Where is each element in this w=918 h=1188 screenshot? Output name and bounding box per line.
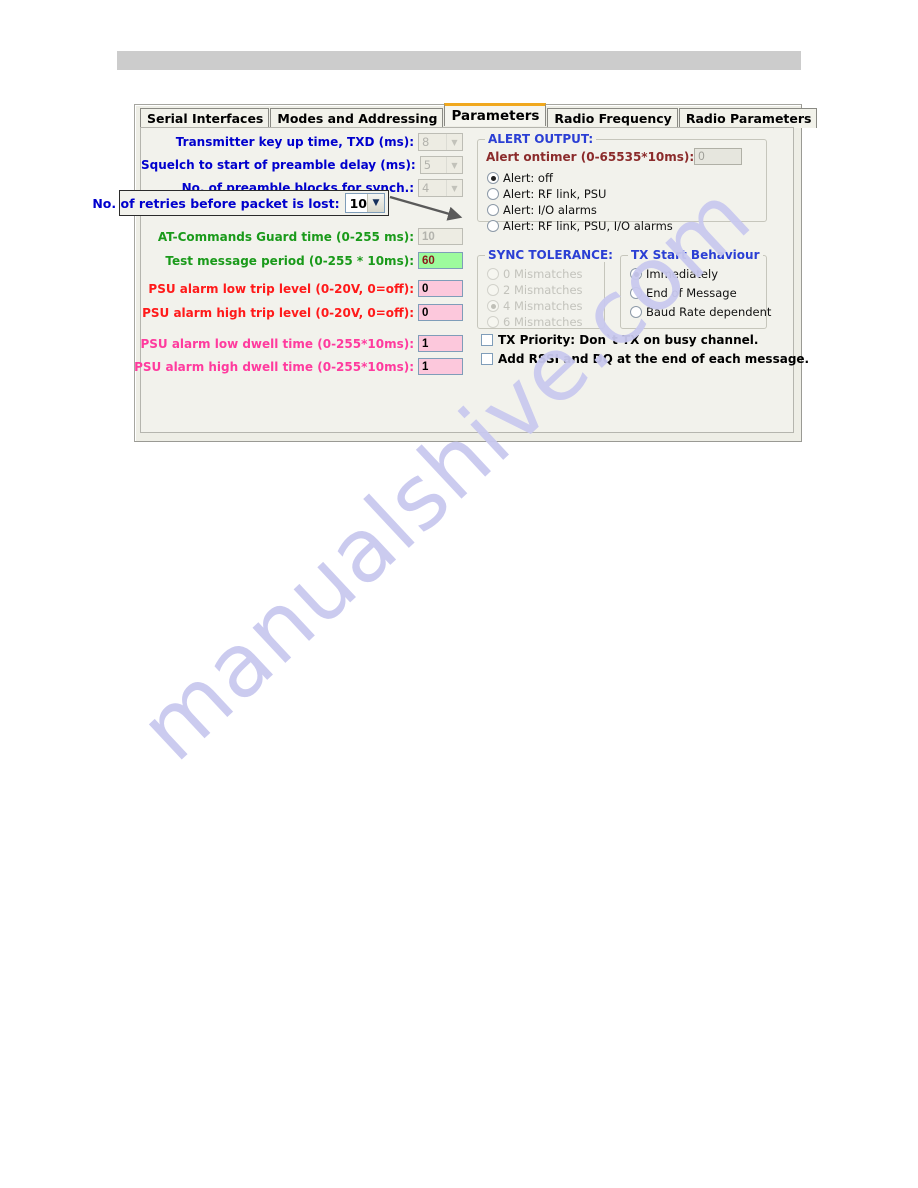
radio-sync-4-mismatches[interactable]: 4 Mismatches bbox=[487, 299, 583, 313]
test-message-period-input[interactable] bbox=[418, 252, 463, 269]
field-row-transmitter-key-up-time: Transmitter key up time, TXD (ms): 8 ▼ bbox=[141, 133, 463, 151]
radio-label: 6 Mismatches bbox=[503, 315, 583, 329]
sync-tolerance-title: SYNC TOLERANCE: bbox=[485, 248, 616, 262]
psu-alarm-low-dwell-time-input[interactable] bbox=[418, 335, 463, 352]
alert-output-group: ALERT OUTPUT: Alert ontimer (0-65535*10m… bbox=[477, 132, 767, 233]
tab-label: Serial Interfaces bbox=[147, 111, 264, 126]
radio-label: 0 Mismatches bbox=[503, 267, 583, 281]
radio-tx-immediately[interactable]: Immediately bbox=[630, 267, 771, 281]
checkbox-label: TX Priority: Don`t TX on busy channel. bbox=[498, 333, 759, 347]
tab-label: Radio Parameters bbox=[685, 111, 812, 126]
checkbox-icon bbox=[481, 334, 493, 346]
sync-tolerance-radio-group: 0 Mismatches 2 Mismatches 4 Mismatches 6… bbox=[487, 267, 583, 331]
no-of-retries-combo[interactable]: 10 ▼ bbox=[344, 193, 385, 213]
radio-tx-baud-rate-dependent[interactable]: Baud Rate dependent bbox=[630, 305, 771, 319]
field-row-psu-alarm-low-trip-level: PSU alarm low trip level (0-20V, 0=off): bbox=[141, 280, 463, 297]
page-header-band bbox=[117, 51, 801, 70]
tab-label: Parameters bbox=[451, 108, 540, 124]
alert-output-title: ALERT OUTPUT: bbox=[485, 132, 597, 146]
radio-icon bbox=[487, 284, 499, 296]
radio-sync-0-mismatches[interactable]: 0 Mismatches bbox=[487, 267, 583, 281]
tab-label: Radio Frequency bbox=[554, 111, 672, 126]
field-label: Test message period (0-255 * 10ms): bbox=[165, 253, 414, 268]
radio-icon bbox=[487, 316, 499, 328]
checkbox-add-rssi-dq[interactable]: Add RSSI and DQ at the end of each messa… bbox=[481, 352, 809, 366]
radio-alert-rf-link-psu[interactable]: Alert: RF link, PSU bbox=[487, 187, 673, 201]
radio-label: Alert: RF link, PSU bbox=[503, 187, 607, 201]
no-of-retries-label: No. of retries before packet is lost: bbox=[92, 195, 340, 211]
psu-alarm-low-trip-level-input[interactable] bbox=[418, 280, 463, 297]
tx-start-behaviour-radio-group: Immediately End of Message Baud Rate dep… bbox=[630, 267, 771, 321]
checkbox-label: Add RSSI and DQ at the end of each messa… bbox=[498, 352, 810, 366]
radio-icon bbox=[487, 300, 499, 312]
radio-alert-io-alarms[interactable]: Alert: I/O alarms bbox=[487, 203, 673, 217]
tab-parameters[interactable]: Parameters bbox=[444, 103, 547, 126]
radio-label: End of Message bbox=[646, 286, 737, 300]
tab-radio-parameters[interactable]: Radio Parameters bbox=[678, 108, 818, 128]
parameters-dialog: Serial Interfaces Modes and Addressing P… bbox=[134, 103, 818, 442]
tab-radio-frequency[interactable]: Radio Frequency bbox=[547, 108, 678, 128]
field-label: PSU alarm low dwell time (0-255*10ms): bbox=[140, 336, 414, 351]
radio-sync-6-mismatches[interactable]: 6 Mismatches bbox=[487, 315, 583, 329]
tab-serial-interfaces[interactable]: Serial Interfaces bbox=[140, 108, 270, 128]
radio-label: Baud Rate dependent bbox=[646, 305, 772, 319]
field-label: PSU alarm high trip level (0-20V, 0=off)… bbox=[142, 305, 414, 320]
radio-alert-off[interactable]: Alert: off bbox=[487, 171, 673, 185]
radio-label: Alert: I/O alarms bbox=[503, 203, 597, 217]
field-label: Transmitter key up time, TXD (ms): bbox=[175, 135, 414, 149]
field-label: PSU alarm low trip level (0-20V, 0=off): bbox=[148, 281, 414, 296]
field-row-psu-alarm-high-dwell-time: PSU alarm high dwell time (0-255*10ms): bbox=[134, 358, 463, 375]
alert-output-radio-group: Alert: off Alert: RF link, PSU Alert: I/… bbox=[487, 171, 673, 235]
checkbox-tx-priority[interactable]: TX Priority: Don`t TX on busy channel. bbox=[481, 333, 758, 347]
squelch-preamble-delay-combo[interactable]: 5 ▼ bbox=[419, 156, 463, 174]
combo-value: 10 bbox=[349, 195, 367, 211]
combo-value: 5 bbox=[423, 158, 432, 172]
no-of-retries-highlight-row: No. of retries before packet is lost: 10… bbox=[92, 190, 389, 216]
radio-label: Alert: off bbox=[503, 171, 553, 185]
radio-icon bbox=[487, 268, 499, 280]
combo-value: 8 bbox=[422, 135, 430, 149]
alert-ontimer-row: Alert ontimer (0-65535*10ms): bbox=[486, 148, 743, 165]
tab-label: Modes and Addressing bbox=[277, 111, 438, 126]
field-row-psu-alarm-low-dwell-time: PSU alarm low dwell time (0-255*10ms): bbox=[140, 335, 463, 352]
radio-alert-rf-link-psu-io-alarms[interactable]: Alert: RF link, PSU, I/O alarms bbox=[487, 219, 673, 233]
alert-ontimer-input[interactable] bbox=[694, 148, 743, 165]
transmitter-key-up-time-combo[interactable]: 8 ▼ bbox=[418, 133, 463, 151]
chevron-down-icon: ▼ bbox=[446, 134, 462, 150]
field-row-psu-alarm-high-trip-level: PSU alarm high trip level (0-20V, 0=off)… bbox=[141, 304, 463, 321]
radio-sync-2-mismatches[interactable]: 2 Mismatches bbox=[487, 283, 583, 297]
callout-arrow-icon bbox=[389, 195, 463, 221]
chevron-down-icon: ▼ bbox=[446, 157, 462, 173]
radio-label: Alert: RF link, PSU, I/O alarms bbox=[503, 219, 673, 233]
alert-ontimer-label: Alert ontimer (0-65535*10ms): bbox=[486, 149, 695, 164]
radio-icon bbox=[630, 306, 642, 318]
chevron-down-icon: ▼ bbox=[367, 194, 384, 212]
field-row-test-message-period: Test message period (0-255 * 10ms): bbox=[141, 252, 463, 269]
tab-modes-and-addressing[interactable]: Modes and Addressing bbox=[270, 108, 444, 128]
at-commands-guard-time-input[interactable] bbox=[418, 228, 463, 245]
tab-strip: Serial Interfaces Modes and Addressing P… bbox=[135, 103, 818, 128]
tx-start-behaviour-title: TX Start Behaviour bbox=[628, 248, 763, 262]
field-label: AT-Commands Guard time (0-255 ms): bbox=[157, 229, 414, 244]
radio-icon bbox=[630, 268, 642, 280]
sync-tolerance-group: SYNC TOLERANCE: 0 Mismatches 2 Mismatche… bbox=[477, 248, 616, 331]
field-row-at-commands-guard-time: AT-Commands Guard time (0-255 ms): bbox=[141, 228, 463, 245]
field-label: Squelch to start of preamble delay (ms): bbox=[141, 158, 416, 172]
radio-label: 4 Mismatches bbox=[503, 299, 583, 313]
radio-icon bbox=[487, 172, 499, 184]
psu-alarm-high-dwell-time-input[interactable] bbox=[418, 358, 463, 375]
radio-tx-end-of-message[interactable]: End of Message bbox=[630, 286, 771, 300]
radio-icon bbox=[630, 287, 642, 299]
psu-alarm-high-trip-level-input[interactable] bbox=[418, 304, 463, 321]
parameters-tab-page: Transmitter key up time, TXD (ms): 8 ▼ S… bbox=[134, 127, 809, 433]
field-row-squelch-preamble-delay: Squelch to start of preamble delay (ms):… bbox=[141, 156, 463, 174]
tx-start-behaviour-group: TX Start Behaviour Immediately End of Me… bbox=[620, 248, 771, 329]
radio-label: Immediately bbox=[646, 267, 718, 281]
checkbox-icon bbox=[481, 353, 493, 365]
field-label: PSU alarm high dwell time (0-255*10ms): bbox=[134, 359, 414, 374]
radio-label: 2 Mismatches bbox=[503, 283, 583, 297]
